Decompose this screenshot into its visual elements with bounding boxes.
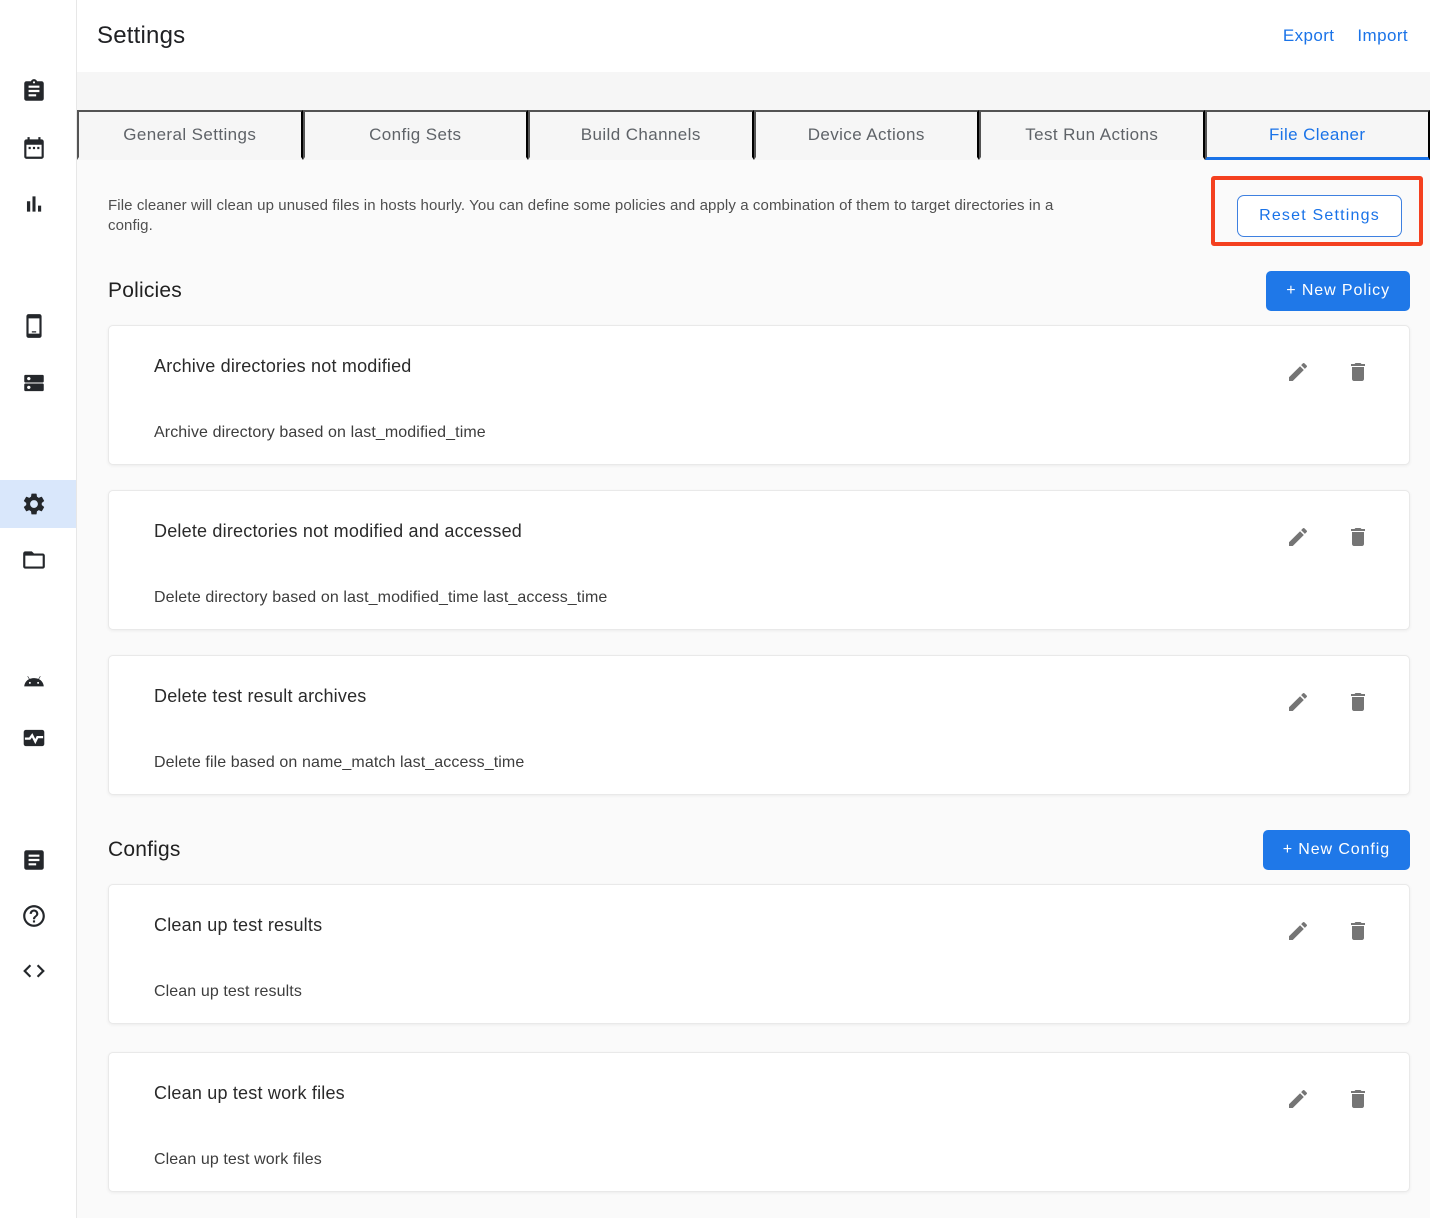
policy-description: Archive directory based on last_modified… <box>154 424 1371 442</box>
policy-description: Delete directory based on last_modified_… <box>154 589 1371 607</box>
new-policy-button[interactable]: + New Policy <box>1266 271 1410 311</box>
main-area: Settings Export Import General Settings … <box>77 0 1430 1218</box>
article-icon <box>21 847 47 873</box>
dns-icon <box>21 370 47 396</box>
card-actions <box>1286 525 1370 549</box>
card-actions <box>1286 360 1370 384</box>
pencil-icon <box>1286 690 1310 714</box>
sidebar-item-settings[interactable] <box>21 491 47 517</box>
file-cleaner-description: File cleaner will clean up unused files … <box>108 196 1098 236</box>
sidebar-item-devices[interactable] <box>21 313 47 339</box>
policy-title: Delete test result archives <box>154 686 1371 707</box>
edit-config-button[interactable] <box>1286 919 1310 943</box>
card-actions <box>1286 919 1370 943</box>
config-description: Clean up test results <box>154 983 1371 1001</box>
export-link[interactable]: Export <box>1283 26 1335 46</box>
tab-device-actions[interactable]: Device Actions <box>754 110 980 160</box>
trash-icon <box>1346 690 1370 714</box>
config-description: Clean up test work files <box>154 1151 1371 1169</box>
sidebar-item-reports[interactable] <box>21 191 47 217</box>
sidebar-item-android[interactable] <box>21 668 47 694</box>
delete-policy-button[interactable] <box>1346 525 1370 549</box>
sidebar-item-test-plans[interactable] <box>21 78 47 104</box>
delete-config-button[interactable] <box>1346 919 1370 943</box>
config-title: Clean up test results <box>154 915 1371 936</box>
policy-description: Delete file based on name_match last_acc… <box>154 754 1371 772</box>
sidebar-item-docs[interactable] <box>21 847 47 873</box>
sidebar-item-schedule[interactable] <box>21 135 47 161</box>
tab-general-settings[interactable]: General Settings <box>77 110 303 160</box>
tab-config-sets[interactable]: Config Sets <box>303 110 529 160</box>
edit-policy-button[interactable] <box>1286 690 1310 714</box>
red-highlight-annotation: Reset Settings <box>1211 176 1423 246</box>
policy-card: Delete directories not modified and acce… <box>108 490 1410 630</box>
trash-icon <box>1346 1087 1370 1111</box>
card-actions <box>1286 1087 1370 1111</box>
trash-icon <box>1346 919 1370 943</box>
policy-card: Archive directories not modified Archive… <box>108 325 1410 465</box>
trash-icon <box>1346 360 1370 384</box>
config-card: Clean up test work files Clean up test w… <box>108 1052 1410 1192</box>
page-header: Settings Export Import <box>77 0 1430 72</box>
smartphone-icon <box>21 313 47 339</box>
clipboard-icon <box>21 78 47 104</box>
configs-heading: Configs <box>108 838 181 862</box>
trash-icon <box>1346 525 1370 549</box>
page-title: Settings <box>97 22 185 50</box>
file-cleaner-panel: File cleaner will clean up unused files … <box>77 160 1430 1218</box>
card-actions <box>1286 690 1370 714</box>
help-icon <box>21 903 47 929</box>
policies-list: Archive directories not modified Archive… <box>108 325 1410 795</box>
delete-config-button[interactable] <box>1346 1087 1370 1111</box>
code-icon <box>21 958 47 984</box>
edit-policy-button[interactable] <box>1286 525 1310 549</box>
left-nav-rail <box>0 0 77 1218</box>
sidebar-item-hosts[interactable] <box>21 370 47 396</box>
android-icon <box>21 668 47 694</box>
configs-list: Clean up test results Clean up test resu… <box>108 884 1410 1192</box>
pencil-icon <box>1286 525 1310 549</box>
reset-settings-button[interactable]: Reset Settings <box>1237 195 1402 237</box>
edit-policy-button[interactable] <box>1286 360 1310 384</box>
new-config-button[interactable]: + New Config <box>1263 830 1410 870</box>
gear-icon <box>21 491 47 517</box>
pencil-icon <box>1286 360 1310 384</box>
sidebar-item-code[interactable] <box>21 958 47 984</box>
tab-test-run-actions[interactable]: Test Run Actions <box>979 110 1205 160</box>
policies-heading: Policies <box>108 279 182 303</box>
bar-chart-icon <box>21 191 47 217</box>
sidebar-item-files[interactable] <box>21 547 47 573</box>
host-monitor-icon <box>21 725 47 751</box>
tab-build-channels[interactable]: Build Channels <box>528 110 754 160</box>
config-card: Clean up test results Clean up test resu… <box>108 884 1410 1024</box>
pencil-icon <box>1286 919 1310 943</box>
config-title: Clean up test work files <box>154 1083 1371 1104</box>
policy-card: Delete test result archives Delete file … <box>108 655 1410 795</box>
settings-tab-bar: General Settings Config Sets Build Chann… <box>77 72 1430 160</box>
pencil-icon <box>1286 1087 1310 1111</box>
sidebar-item-host-monitor[interactable] <box>21 725 47 751</box>
tab-file-cleaner[interactable]: File Cleaner <box>1205 110 1430 160</box>
policy-title: Delete directories not modified and acce… <box>154 521 1371 542</box>
delete-policy-button[interactable] <box>1346 360 1370 384</box>
header-links: Export Import <box>1283 26 1408 46</box>
configs-section-header: Configs + New Config <box>108 830 1410 870</box>
delete-policy-button[interactable] <box>1346 690 1370 714</box>
policy-title: Archive directories not modified <box>154 356 1371 377</box>
import-link[interactable]: Import <box>1357 26 1408 46</box>
folder-icon <box>21 547 47 573</box>
policies-section-header: Policies + New Policy <box>108 271 1410 311</box>
calendar-icon <box>21 135 47 161</box>
sidebar-item-help[interactable] <box>21 903 47 929</box>
edit-config-button[interactable] <box>1286 1087 1310 1111</box>
